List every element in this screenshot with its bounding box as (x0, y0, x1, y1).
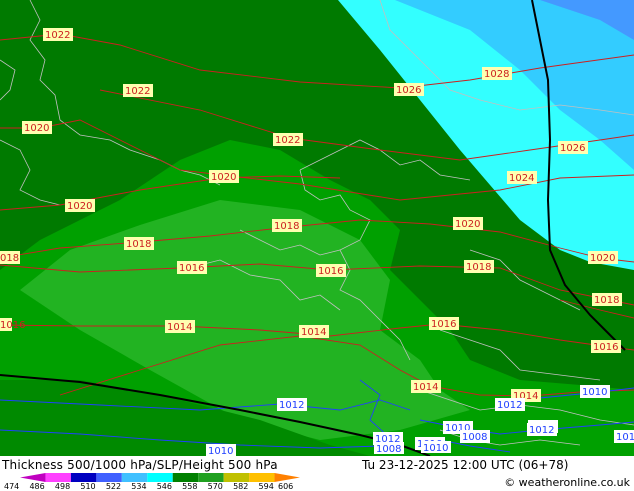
isobar-label: 1020 (588, 251, 618, 264)
svg-text:1018: 1018 (126, 239, 151, 250)
isobar-label: 1018 (464, 260, 494, 273)
isobar-label: 1022 (43, 28, 73, 41)
isobar-label: 1012 (495, 398, 525, 411)
isobar-label: 1020 (209, 170, 239, 183)
isobar-label: 1024 (507, 171, 537, 184)
map-footer: Thickness 500/1000 hPa/SLP/Height 500 hP… (0, 456, 634, 491)
isobar-label: 1016 (177, 261, 207, 274)
isobar-label: 1010 (580, 385, 610, 398)
isobar-label: 1016 (316, 264, 346, 277)
svg-text:1010: 1010 (208, 446, 233, 456)
isobar-label: 1028 (482, 67, 512, 80)
credit-text[interactable]: © weatheronline.co.uk (504, 476, 630, 489)
isobar-label: 1016 (591, 340, 621, 353)
svg-text:1016: 1016 (179, 263, 204, 274)
isobar-label: 1014 (411, 380, 441, 393)
isobar-label: 1022 (273, 133, 303, 146)
legend-swatch (274, 473, 300, 482)
svg-text:1012: 1012 (497, 400, 522, 411)
isobar-label: 1020 (65, 199, 95, 212)
isobar-label: 1010 (206, 444, 236, 456)
map-title: Thickness 500/1000 hPa/SLP/Height 500 hP… (2, 458, 278, 472)
thickness-legend (20, 473, 300, 482)
svg-text:1014: 1014 (301, 327, 326, 338)
legend-swatch (96, 473, 122, 482)
legend-swatch (147, 473, 173, 482)
svg-text:1020: 1020 (455, 219, 480, 230)
svg-text:1016: 1016 (593, 342, 618, 353)
svg-text:1012: 1012 (616, 432, 634, 443)
svg-text:1020: 1020 (590, 253, 615, 264)
isobar-label: 1018 (272, 219, 302, 232)
isobar-label: 1022 (123, 84, 153, 97)
svg-text:1028: 1028 (484, 69, 509, 80)
svg-text:1008: 1008 (462, 432, 487, 443)
isobar-label: 1018 (124, 237, 154, 250)
svg-text:1016: 1016 (0, 320, 25, 331)
legend-swatch (249, 473, 275, 482)
svg-text:1026: 1026 (396, 85, 421, 96)
isobar-label: 1016 (429, 317, 459, 330)
isobar-label: 1014 (165, 320, 195, 333)
svg-text:1020: 1020 (211, 172, 236, 183)
isobar-label: 1012 (614, 430, 634, 443)
isobar-label: 1012 (527, 423, 557, 436)
isobar-label: 1026 (394, 83, 424, 96)
isobar-label: 1008 (374, 442, 404, 455)
isobar-label: 1010 (421, 441, 451, 454)
svg-text:1014: 1014 (413, 382, 438, 393)
weather-map: 1022 1022 1020 1022 1026 1028 1026 1024 … (0, 0, 634, 456)
svg-text:1024: 1024 (509, 173, 534, 184)
svg-text:1008: 1008 (376, 444, 401, 455)
legend-swatch (70, 473, 97, 482)
isobar-label: 1018 (592, 293, 622, 306)
isobar-label: 1026 (558, 141, 588, 154)
svg-text:1010: 1010 (582, 387, 607, 398)
legend-swatch (198, 473, 224, 482)
svg-text:1018: 1018 (594, 295, 619, 306)
isobar-label: 1008 (460, 430, 490, 443)
legend-swatch (121, 473, 148, 482)
svg-text:1022: 1022 (125, 86, 150, 97)
svg-text:1014: 1014 (167, 322, 192, 333)
legend-swatch (20, 473, 46, 482)
isobar-label: 1014 (299, 325, 329, 338)
svg-text:1020: 1020 (67, 201, 92, 212)
isobar-label: 1020 (22, 121, 52, 134)
svg-text:018: 018 (0, 253, 19, 264)
svg-text:1010: 1010 (423, 443, 448, 454)
isobar-label: 018 (0, 251, 20, 264)
legend-swatch (223, 473, 250, 482)
svg-text:1020: 1020 (24, 123, 49, 134)
legend-swatch (45, 473, 71, 482)
svg-text:1016: 1016 (431, 319, 456, 330)
svg-text:1022: 1022 (275, 135, 300, 146)
isobar-label: 1016 (0, 318, 25, 331)
svg-text:1012: 1012 (279, 400, 304, 411)
isobar-label: 1012 (277, 398, 307, 411)
svg-text:1026: 1026 (560, 143, 585, 154)
legend-swatch (172, 473, 199, 482)
svg-text:1018: 1018 (274, 221, 299, 232)
map-datetime: Tu 23-12-2025 12:00 UTC (06+78) (362, 458, 569, 472)
isobar-label: 1020 (453, 217, 483, 230)
svg-text:1016: 1016 (318, 266, 343, 277)
svg-text:1018: 1018 (466, 262, 491, 273)
svg-text:1022: 1022 (45, 30, 70, 41)
svg-text:1012: 1012 (529, 425, 554, 436)
